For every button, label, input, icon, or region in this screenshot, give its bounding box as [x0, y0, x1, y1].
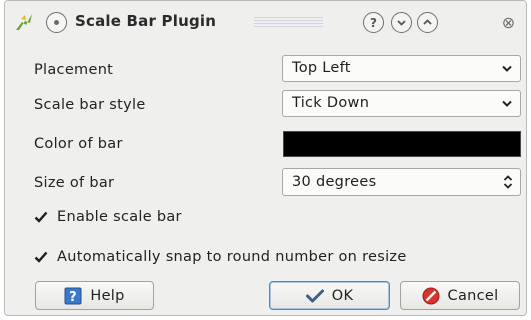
- chevron-down-icon: [502, 65, 512, 72]
- placement-select[interactable]: Top Left: [282, 55, 521, 82]
- window-title: Scale Bar Plugin: [75, 12, 217, 30]
- checkmark-icon: [305, 289, 324, 303]
- size-of-bar-spinbox[interactable]: 30 degrees: [282, 168, 521, 196]
- color-picker-button[interactable]: [283, 131, 521, 157]
- scale-bar-style-select[interactable]: Tick Down: [282, 90, 521, 117]
- size-of-bar-value: 30 degrees: [292, 174, 377, 190]
- help-button[interactable]: ? Help: [35, 281, 154, 310]
- title-bar[interactable]: Scale Bar Plugin ? ⊗: [5, 1, 526, 43]
- scale-bar-style-label: Scale bar style: [34, 97, 146, 113]
- cancel-button[interactable]: Cancel: [400, 281, 520, 310]
- enable-scale-bar-label: Enable scale bar: [57, 209, 182, 225]
- scale-bar-style-value: Tick Down: [292, 95, 370, 111]
- cancel-button-label: Cancel: [447, 287, 499, 304]
- dialog-window: Scale Bar Plugin ? ⊗ Placement Top Left …: [4, 0, 527, 316]
- help-book-icon: ?: [64, 287, 82, 305]
- title-grip: [254, 17, 323, 28]
- snap-round-number-checkbox[interactable]: Automatically snap to round number on re…: [34, 249, 407, 265]
- chevron-down-icon: [502, 100, 512, 107]
- checkmark-icon[interactable]: [34, 250, 48, 264]
- checkmark-icon[interactable]: [34, 210, 48, 224]
- ok-button[interactable]: OK: [269, 281, 390, 310]
- snap-round-number-label: Automatically snap to round number on re…: [57, 249, 407, 265]
- size-of-bar-label: Size of bar: [34, 175, 115, 191]
- ok-button-label: OK: [331, 287, 354, 304]
- enable-scale-bar-checkbox[interactable]: Enable scale bar: [34, 209, 182, 225]
- window-menu-icon[interactable]: [46, 12, 67, 33]
- context-help-icon[interactable]: ?: [363, 12, 384, 33]
- maximize-icon[interactable]: [417, 12, 438, 33]
- svg-text:?: ?: [69, 290, 77, 305]
- close-icon[interactable]: ⊗: [498, 12, 519, 33]
- qgis-logo-icon: [13, 11, 35, 33]
- placement-label: Placement: [34, 62, 114, 78]
- spin-arrows-icon[interactable]: [503, 174, 513, 190]
- placement-value: Top Left: [292, 60, 351, 76]
- help-button-label: Help: [90, 287, 125, 304]
- minimize-icon[interactable]: [391, 12, 412, 33]
- color-of-bar-label: Color of bar: [34, 136, 123, 152]
- cancel-icon: [422, 287, 440, 305]
